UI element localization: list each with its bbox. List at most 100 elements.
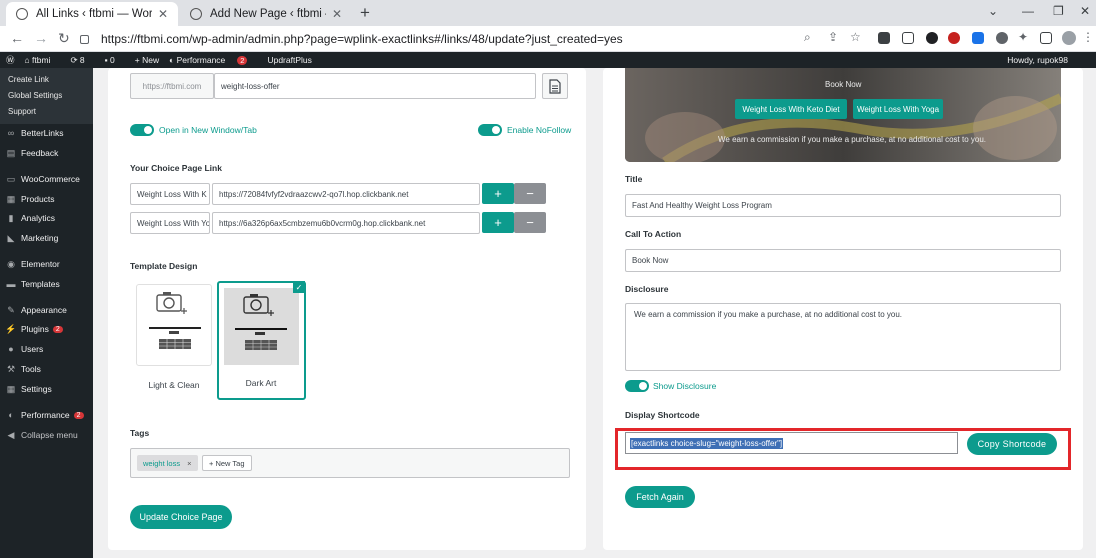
sidebar-item-plugins[interactable]: ⚡ Plugins 2 (0, 320, 93, 338)
back-icon[interactable]: ← (10, 30, 24, 46)
link-name-input[interactable]: Weight Loss With K (130, 183, 210, 205)
disclosure-textarea[interactable]: We earn a commission if you make a purch… (625, 303, 1061, 371)
sidebar-item-woocommerce[interactable]: ▭ WooCommerce (0, 170, 93, 188)
elementor-icon: ◉ (7, 258, 15, 269)
minimize-icon[interactable]: — (1022, 4, 1034, 18)
extension-icon[interactable] (972, 32, 984, 44)
new-tag-button[interactable]: + New Tag (202, 455, 252, 471)
plugins-icon: ⚡ (5, 323, 17, 334)
howdy-user-link[interactable]: Howdy, rupok98 (1007, 55, 1068, 65)
extension-icon[interactable] (996, 32, 1008, 44)
title-input[interactable]: Fast And Healthy Weight Loss Program (625, 194, 1061, 217)
users-icon: ● (8, 344, 14, 354)
tab-all-links[interactable]: All Links ‹ ftbmi — WordPress ✕ (6, 2, 178, 26)
tab-search-icon[interactable]: ⌄ (988, 4, 998, 18)
browser-tab-bar: All Links ‹ ftbmi — WordPress ✕ Add New … (0, 0, 1096, 26)
remove-tag-icon[interactable]: × (187, 459, 191, 468)
slug-prefix: https://ftbmi.com (130, 73, 214, 99)
show-disclosure-label: Show Disclosure (653, 381, 717, 391)
call-to-action-label: Call To Action (625, 229, 682, 239)
link-url-input[interactable]: https://72084fvfyf2vdraazcwv2-qo7l.hop.c… (212, 183, 480, 205)
updates-link[interactable]: ⟳ 8 (70, 55, 94, 66)
sidebar-item-analytics[interactable]: ▮ Analytics (0, 209, 93, 227)
extensions-puzzle-icon[interactable]: ✦ (1018, 30, 1028, 44)
submenu-global-settings[interactable]: Global Settings (0, 88, 93, 104)
sidebar-item-users[interactable]: ● Users (0, 340, 93, 358)
link-name-input[interactable]: Weight Loss With Yo (130, 212, 210, 234)
close-tab-icon[interactable]: ✕ (332, 7, 342, 21)
copy-shortcode-button[interactable]: Copy Shortcode (967, 433, 1057, 455)
url-text: https://ftbmi.com/wp-admin/admin.php?pag… (101, 32, 623, 46)
maximize-icon[interactable]: ❐ (1053, 4, 1064, 18)
update-choice-page-button[interactable]: Update Choice Page (130, 505, 232, 529)
sidebar-item-marketing[interactable]: ◣ Marketing (0, 229, 93, 247)
bookmark-star-icon[interactable]: ☆ (850, 30, 861, 44)
fetch-again-button[interactable]: Fetch Again (625, 486, 695, 508)
enable-nofollow-toggle[interactable] (478, 124, 502, 136)
settings-icon: ▦ (6, 383, 16, 394)
new-content-link[interactable]: + New (135, 55, 159, 65)
templates-icon: ▬ (6, 279, 16, 289)
link-icon: ∞ (7, 128, 15, 138)
sidebar-item-products[interactable]: ▦ Products (0, 190, 93, 208)
extension-icon[interactable] (878, 32, 890, 44)
sidebar-item-elementor[interactable]: ◉ Elementor (0, 255, 93, 273)
sidebar-item-tools[interactable]: ⚒ Tools (0, 360, 93, 378)
add-link-button[interactable]: + (482, 183, 514, 204)
tab-add-new-page[interactable]: Add New Page ‹ ftbmi — WordPr ✕ (180, 2, 352, 26)
sidebar-item-collapse-menu[interactable]: ◀ Collapse menu (0, 426, 93, 444)
slug-input[interactable]: weight-loss-offer (214, 73, 536, 99)
analytics-icon: ▮ (8, 212, 14, 223)
submenu-create-link[interactable]: Create Link (0, 72, 93, 88)
updraftplus-link[interactable]: UpdraftPlus (267, 55, 311, 65)
new-tab-icon[interactable]: + (360, 3, 370, 23)
wordpress-favicon-icon (16, 8, 28, 20)
comments-link[interactable]: ▪ 0 (105, 55, 125, 65)
call-to-action-input[interactable]: Book Now (625, 249, 1061, 272)
site-name-link[interactable]: ⌂ ftbmi (25, 55, 61, 65)
zoom-icon[interactable]: ⌕ (804, 30, 811, 45)
extension-icon[interactable] (948, 32, 960, 44)
sidebar-item-betterlinks[interactable]: ∞ BetterLinks (0, 124, 93, 142)
tab-title: Add New Page ‹ ftbmi — WordPr (210, 8, 326, 20)
remove-link-button[interactable]: − (514, 183, 546, 204)
shortcode-field[interactable]: [exactlinks choice-slug="weight-loss-off… (625, 432, 958, 454)
tag-label: weight loss (143, 458, 181, 468)
sidebar-item-appearance[interactable]: ✎ Appearance (0, 301, 93, 319)
forward-icon[interactable]: → (34, 30, 48, 46)
side-panel-icon[interactable] (1040, 32, 1052, 44)
tag-chip[interactable]: weight loss × (137, 455, 198, 471)
add-link-button[interactable]: + (482, 212, 514, 233)
sidebar-item-settings[interactable]: ▦ Settings (0, 380, 93, 398)
reload-icon[interactable]: ↻ (58, 30, 70, 47)
document-icon[interactable] (542, 73, 568, 99)
selected-check-icon: ✓ (293, 281, 305, 293)
url-field[interactable]: https://ftbmi.com/wp-admin/admin.php?pag… (80, 30, 790, 48)
performance-badge: 2 (237, 56, 248, 65)
extension-icon[interactable] (902, 32, 914, 44)
title-label: Title (625, 174, 643, 184)
close-tab-icon[interactable]: ✕ (158, 7, 168, 21)
enable-nofollow-label: Enable NoFollow (507, 125, 572, 135)
browser-menu-icon[interactable]: ⋮ (1082, 30, 1094, 44)
profile-avatar-icon[interactable] (1062, 31, 1076, 45)
close-window-icon[interactable]: ✕ (1080, 4, 1090, 18)
hero-keto-button[interactable]: Weight Loss With Keto Diet (735, 99, 847, 119)
open-new-window-label: Open in New Window/Tab (159, 125, 257, 135)
remove-link-button[interactable]: − (514, 212, 546, 233)
submenu-support[interactable]: Support (0, 104, 93, 120)
betterlinks-submenu: Create Link Global Settings Support (0, 68, 93, 124)
show-disclosure-toggle[interactable] (625, 380, 649, 392)
extension-icon[interactable] (926, 32, 938, 44)
sidebar-item-performance[interactable]: ◐ Performance 2 (0, 406, 93, 424)
performance-link[interactable]: ◐ Performance 2 (169, 55, 257, 65)
sidebar-item-feedback[interactable]: ▤ Feedback (0, 144, 93, 162)
open-new-window-toggle[interactable] (130, 124, 154, 136)
sidebar-item-templates[interactable]: ▬ Templates (0, 275, 93, 293)
link-url-input[interactable]: https://6a326p6ax5cmbzemu6b0vcrm0g.hop.c… (212, 212, 480, 234)
shortcode-text: [exactlinks choice-slug="weight-loss-off… (630, 437, 784, 449)
wordpress-logo-icon[interactable]: Ⓦ (6, 54, 15, 66)
hero-yoga-button[interactable]: Weight Loss With Yoga (853, 99, 943, 119)
share-icon[interactable]: ⇪ (828, 30, 838, 44)
template-light-clean[interactable] (136, 284, 212, 366)
